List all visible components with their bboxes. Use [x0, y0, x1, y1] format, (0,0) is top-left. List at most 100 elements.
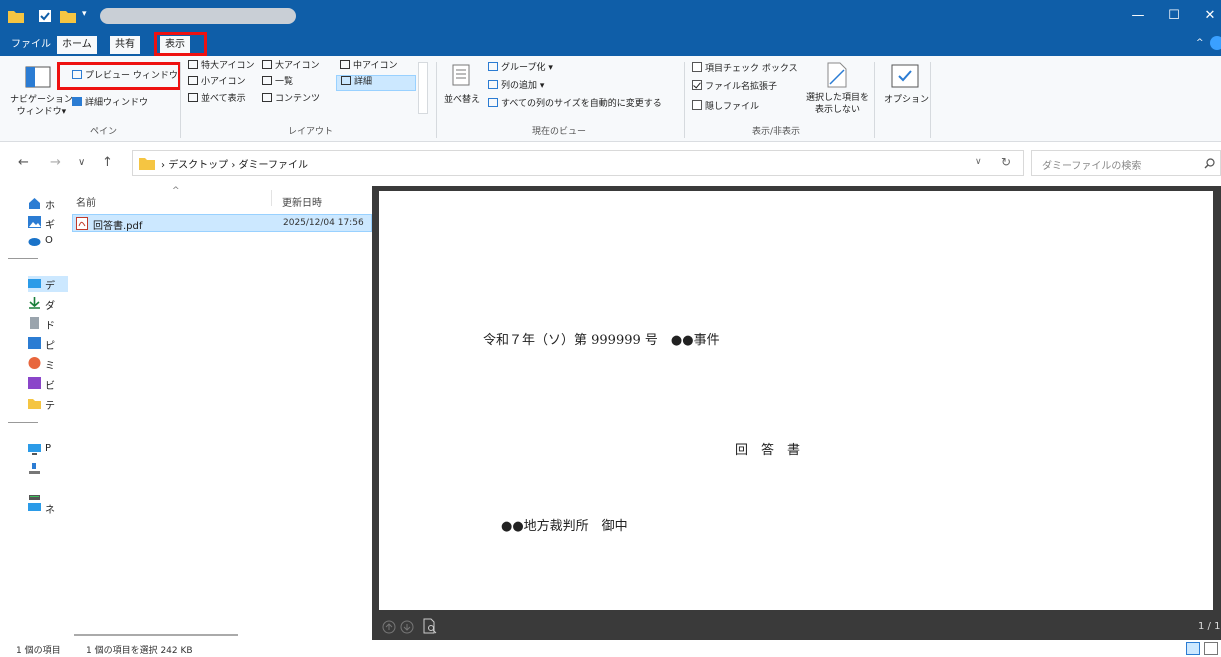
page-down-icon[interactable] — [400, 620, 414, 634]
sort-by-icon[interactable] — [452, 64, 474, 90]
file-extensions-toggle[interactable]: ファイル名拡張子 — [692, 80, 777, 94]
add-columns-icon — [488, 80, 498, 89]
nav-item-pictures[interactable]: ピ — [28, 336, 68, 352]
hide-selected-icon[interactable] — [826, 62, 848, 88]
details-view-icon[interactable] — [1186, 642, 1200, 655]
nav-item-desktop[interactable]: デ — [28, 276, 68, 292]
address-bar[interactable]: › デスクトップ › ダミーファイル ∨ ↻ — [132, 150, 1024, 176]
extra-large-icons-icon — [188, 60, 198, 69]
sort-by-button[interactable]: 並べ替え — [444, 94, 480, 107]
size-all-label: すべての列のサイズを自動的に変更する — [501, 99, 662, 109]
add-columns-button[interactable]: 列の追加 ▾ — [488, 80, 544, 93]
search-icon[interactable] — [1204, 158, 1215, 169]
tab-home[interactable]: ホーム — [57, 36, 97, 54]
back-button[interactable]: ← — [18, 155, 29, 170]
layout-large-icons[interactable]: 大アイコン — [262, 60, 320, 73]
computer-icon — [28, 444, 41, 455]
minimize-button[interactable]: — — [1122, 0, 1154, 32]
layout-medium-icons[interactable]: 中アイコン — [340, 60, 398, 73]
column-header-modified[interactable]: 更新日時 — [282, 194, 322, 209]
nav-item-documents[interactable]: ド — [28, 316, 68, 332]
properties-icon[interactable] — [38, 9, 52, 23]
navigation-pane-icon[interactable] — [25, 66, 51, 88]
tab-share[interactable]: 共有 — [110, 36, 140, 54]
refresh-icon[interactable]: ↻ — [1001, 155, 1011, 169]
folder-icon — [139, 158, 155, 170]
layout-label: 小アイコン — [201, 77, 246, 87]
table-row[interactable]: 回答書.pdf 2025/12/04 17:56 — [72, 214, 372, 232]
layout-small-icons[interactable]: 小アイコン — [188, 76, 246, 89]
navigation-pane-button[interactable]: ナビゲーション ウィンドウ▾ — [10, 94, 73, 118]
maximize-button[interactable]: ☐ — [1158, 0, 1190, 32]
nav-item-home[interactable]: ホ — [28, 196, 68, 212]
window-title-redacted — [100, 8, 296, 24]
breadcrumb-dummy-folder[interactable]: ダミーファイル — [239, 160, 308, 171]
breadcrumb-desktop[interactable]: デスクトップ — [168, 160, 228, 171]
preview-pane: 令和７年（ソ）第 999999 号 ●●事件 回 答 書 ●●地方裁判所 御中 … — [372, 186, 1221, 644]
up-button[interactable]: ↑ — [102, 155, 113, 170]
layout-label: 中アイコン — [353, 61, 398, 71]
ribbon-tabs: ファイル ホーム 共有 表示 ^ — [0, 32, 1221, 56]
file-modified: 2025/12/04 17:56 — [283, 218, 364, 228]
pdf-file-icon — [76, 217, 88, 230]
page-indicator: 1 / 1 — [1198, 621, 1221, 632]
ribbon: ナビゲーション ウィンドウ▾ プレビュー ウィンドウ 詳細ウィンドウ ペイン 特… — [0, 56, 1221, 142]
nav-label: P — [45, 443, 52, 454]
layout-list[interactable]: 一覧 — [262, 76, 293, 89]
group-label-panes: ペイン — [90, 127, 118, 137]
layout-label: 詳細 — [354, 77, 373, 87]
new-folder-icon[interactable] — [60, 9, 76, 23]
doc-addressee: ●●地方裁判所 御中 — [501, 519, 628, 534]
nav-item-network[interactable]: ネ — [28, 500, 68, 516]
cloud-icon — [28, 238, 41, 246]
column-divider[interactable] — [271, 190, 272, 206]
sort-ascending-icon: ^ — [172, 186, 180, 196]
nav-divider — [8, 258, 38, 259]
layout-details[interactable]: 詳細 — [336, 75, 416, 91]
size-all-columns-button[interactable]: すべての列のサイズを自動的に変更する — [488, 98, 662, 111]
page-up-icon[interactable] — [382, 620, 396, 634]
group-by-button[interactable]: グループ化 ▾ — [488, 62, 553, 75]
horizontal-scrollbar[interactable] — [74, 634, 238, 636]
layout-tiles[interactable]: 並べて表示 — [188, 93, 246, 106]
network-icon — [28, 503, 41, 511]
nav-item-downloads[interactable]: ダ — [28, 296, 68, 312]
hide-selected-button[interactable]: 選択した項目を 表示しない — [806, 92, 869, 116]
tab-file[interactable]: ファイル — [6, 36, 56, 54]
collapse-ribbon-icon[interactable]: ^ — [1196, 38, 1204, 48]
nav-divider — [8, 422, 38, 423]
nav-item-drive[interactable] — [28, 462, 68, 478]
large-icons-view-icon[interactable] — [1204, 642, 1218, 655]
find-in-document-icon[interactable] — [422, 618, 438, 634]
separator — [436, 62, 437, 138]
group-label-layout: レイアウト — [288, 127, 334, 137]
quick-access-dropdown[interactable]: ▾ — [82, 9, 87, 19]
search-input[interactable]: ダミーファイルの検索 — [1031, 150, 1221, 176]
column-header-name[interactable]: 名前 — [76, 194, 96, 209]
nav-item-onedrive[interactable]: O — [28, 234, 68, 250]
details-pane-button[interactable]: 詳細ウィンドウ — [72, 97, 148, 110]
options-button[interactable]: オプション — [884, 94, 929, 107]
nav-label: テ — [45, 401, 55, 412]
nav-label: ギ — [45, 220, 55, 231]
nav-item-folder[interactable]: テ — [28, 396, 68, 412]
hidden-items-toggle[interactable]: 隠しファイル — [692, 100, 759, 114]
layout-extra-large-icons[interactable]: 特大アイコン — [188, 60, 255, 73]
layout-content[interactable]: コンテンツ — [262, 93, 320, 106]
close-button[interactable]: ✕ — [1194, 0, 1221, 32]
recent-locations-button[interactable]: ∨ — [78, 157, 85, 168]
address-dropdown-icon[interactable]: ∨ — [975, 157, 982, 167]
nav-item-gallery[interactable]: ギ — [28, 215, 68, 231]
item-checkboxes-toggle[interactable]: 項目チェック ボックス — [692, 62, 798, 76]
help-icon[interactable] — [1210, 36, 1221, 50]
nav-label: ネ — [45, 505, 55, 516]
details-pane-label: 詳細ウィンドウ — [85, 98, 149, 108]
nav-item-videos[interactable]: ビ — [28, 376, 68, 392]
options-icon[interactable] — [891, 64, 919, 88]
forward-button[interactable]: → — [50, 155, 61, 170]
nav-item-music[interactable]: ミ — [28, 356, 68, 372]
nav-label: デ — [45, 281, 55, 292]
nav-item-this-pc[interactable]: P — [28, 442, 68, 458]
layout-scroll[interactable] — [418, 62, 428, 114]
status-item-count: 1 個の項目 — [16, 646, 61, 656]
